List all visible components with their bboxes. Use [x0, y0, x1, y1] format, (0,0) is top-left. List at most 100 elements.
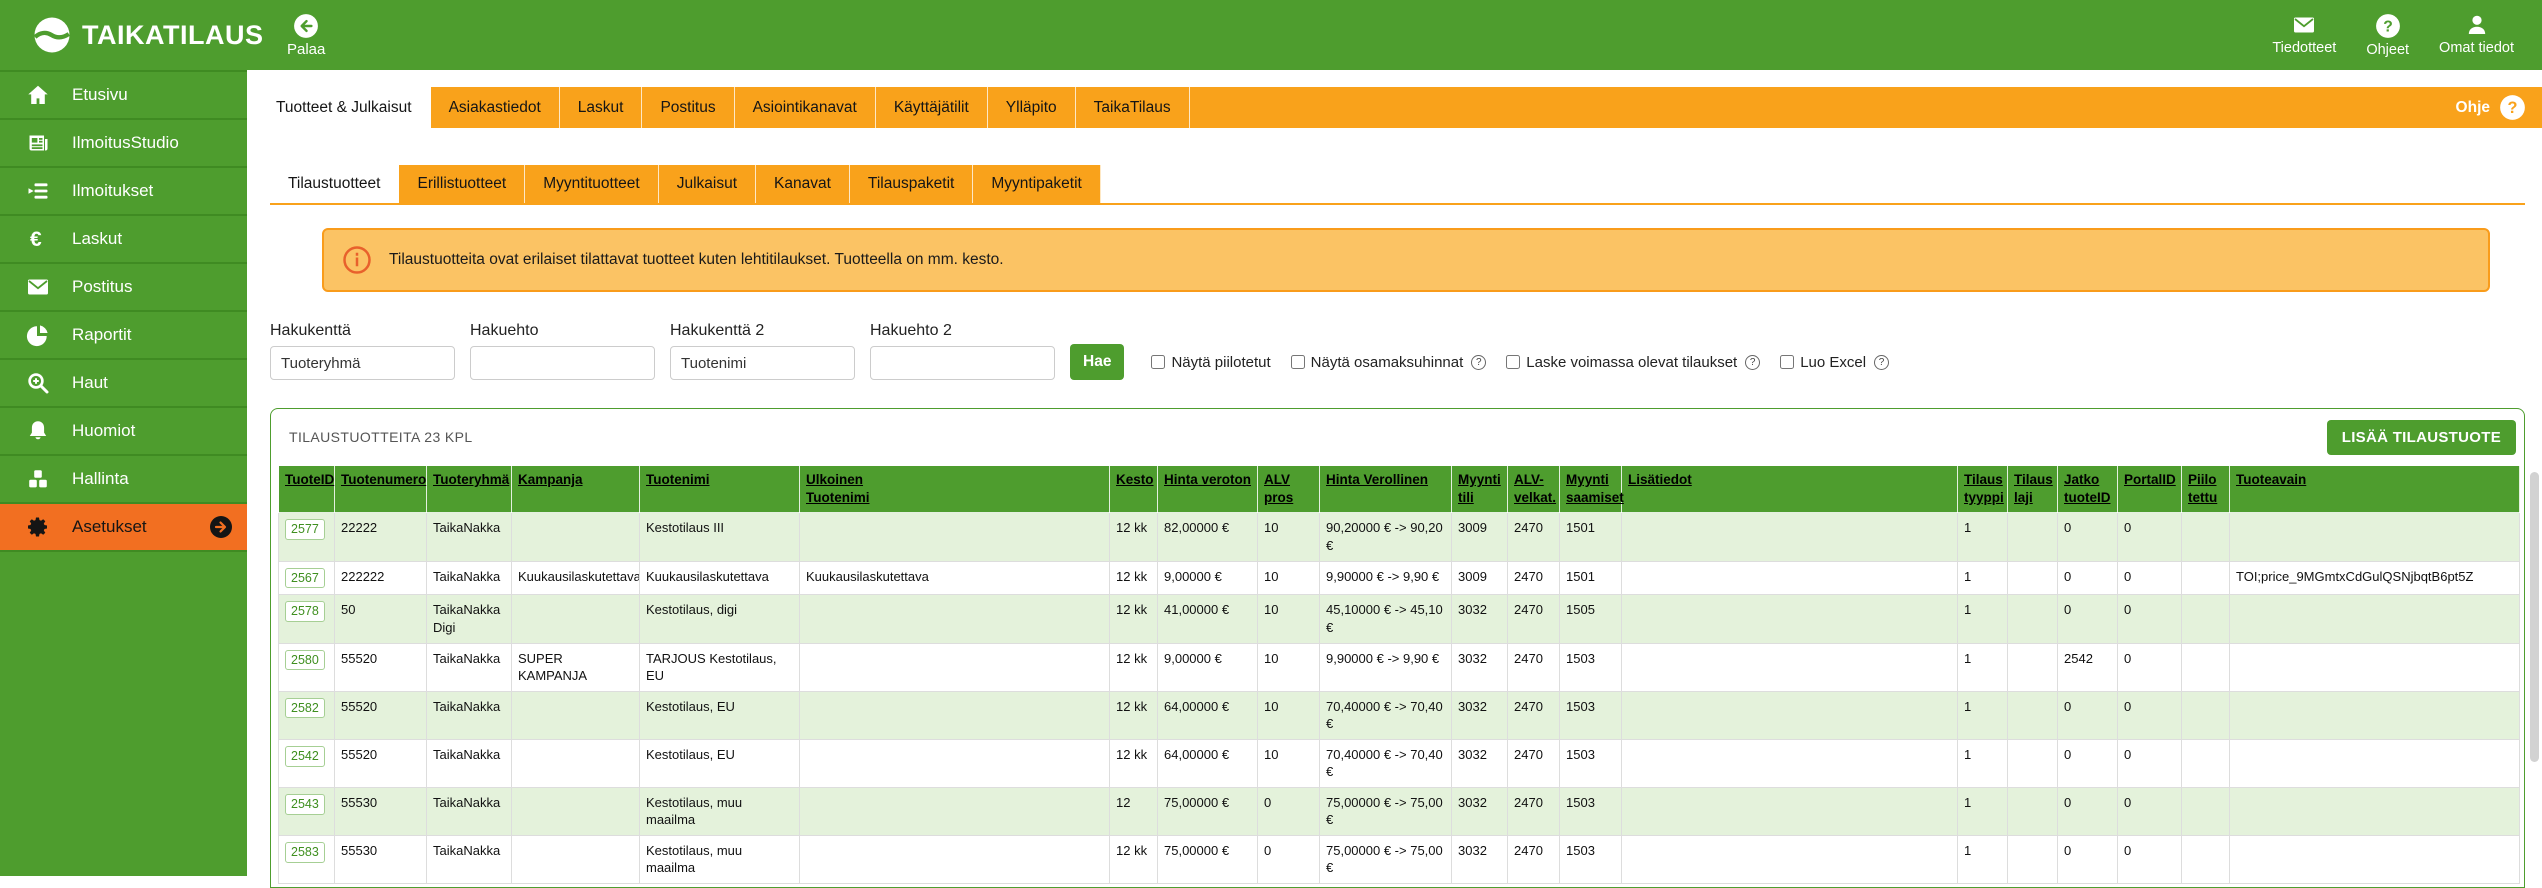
- table-cell: [2182, 739, 2230, 787]
- search-input-hakukentt[interactable]: [270, 346, 455, 380]
- sidebar-item-ilmoitukset[interactable]: Ilmoitukset: [0, 166, 247, 214]
- search-bar: HakukenttäHakuehtoHakukenttä 2Hakuehto 2…: [270, 322, 1889, 380]
- column-header-tuotenimi[interactable]: Tuotenimi: [640, 466, 800, 513]
- header-action-tiedotteet[interactable]: Tiedotteet: [2272, 13, 2336, 58]
- tab-k-ytt-j-tilit[interactable]: Käyttäjätilit: [876, 87, 988, 128]
- checkbox-laske-voimassa-olevat-tilaukset[interactable]: Laske voimassa olevat tilaukset?: [1506, 354, 1760, 371]
- header-action-ohjeet[interactable]: ?Ohjeet: [2366, 13, 2409, 58]
- table-cell: 70,40000 € -> 70,40 €: [1320, 691, 1452, 739]
- sub-tab-kanavat[interactable]: Kanavat: [756, 165, 850, 203]
- column-header-tuoteryhm[interactable]: Tuoteryhmä: [427, 466, 512, 513]
- column-header-alv-velkat[interactable]: ALV- velkat.: [1508, 466, 1560, 513]
- help-label: Ohje: [2456, 99, 2490, 117]
- sub-tab-myyntipaketit[interactable]: Myyntipaketit: [973, 165, 1100, 203]
- tab-taikatilaus[interactable]: TaikaTilaus: [1076, 87, 1190, 128]
- column-header-lis-tiedot[interactable]: Lisätiedot: [1622, 466, 1958, 513]
- scrollbar-thumb[interactable]: [2530, 472, 2539, 762]
- table-row: 257850TaikaNakka DigiKestotilaus, digi12…: [279, 595, 2520, 643]
- checkbox-n-yt-piilotetut[interactable]: Näytä piilotetut: [1151, 354, 1270, 371]
- sidebar-item-huomiot[interactable]: Huomiot: [0, 406, 247, 454]
- column-header-alv-pros[interactable]: ALV pros: [1258, 466, 1320, 513]
- sidebar-item-haut[interactable]: Haut: [0, 358, 247, 406]
- sidebar-item-postitus[interactable]: Postitus: [0, 262, 247, 310]
- checkbox-label: Laske voimassa olevat tilaukset: [1526, 354, 1737, 371]
- help-link[interactable]: Ohje ?: [2456, 87, 2542, 128]
- table-cell: [1622, 561, 1958, 595]
- header-action-label: Ohjeet: [2366, 42, 2409, 58]
- table-cell: [800, 835, 1110, 883]
- table-cell: 2470: [1508, 787, 1560, 835]
- checkbox-luo-excel[interactable]: Luo Excel?: [1780, 354, 1889, 371]
- table-cell: Kestotilaus, digi: [640, 595, 800, 643]
- sidebar-item-asetukset[interactable]: Asetukset: [0, 502, 247, 550]
- column-header-tilaus-laji[interactable]: Tilaus laji: [2008, 466, 2058, 513]
- add-product-button[interactable]: LISÄÄ TILAUSTUOTE: [2327, 420, 2516, 455]
- tuoteid-link[interactable]: 2577: [285, 519, 325, 540]
- sidebar-item-hallinta[interactable]: Hallinta: [0, 454, 247, 502]
- table-cell: 75,00000 € -> 75,00 €: [1320, 787, 1452, 835]
- sidebar-item-laskut[interactable]: €Laskut: [0, 214, 247, 262]
- tuoteid-link[interactable]: 2582: [285, 698, 325, 719]
- column-header-hinta-veroton[interactable]: Hinta veroton: [1158, 466, 1258, 513]
- search-input-hakukentt-2[interactable]: [670, 346, 855, 380]
- table-cell: [2230, 691, 2520, 739]
- column-header-hinta-verollinen[interactable]: Hinta Verollinen: [1320, 466, 1452, 513]
- tuoteid-link[interactable]: 2567: [285, 568, 325, 589]
- tuoteid-link[interactable]: 2580: [285, 650, 325, 671]
- table-cell: 2583: [279, 835, 335, 883]
- sidebar-item-ilmoitusstudio[interactable]: IlmoitusStudio: [0, 118, 247, 166]
- help-icon[interactable]: ?: [1745, 355, 1760, 370]
- tuoteid-link[interactable]: 2578: [285, 601, 325, 622]
- sub-tab-erillistuotteet[interactable]: Erillistuotteet: [399, 165, 525, 203]
- checkbox-input[interactable]: [1151, 355, 1165, 369]
- column-header-tuoteid[interactable]: TuoteID: [279, 466, 335, 513]
- column-header-myynti-saamiset[interactable]: Myynti saamiset: [1560, 466, 1622, 513]
- checkbox-input[interactable]: [1780, 355, 1794, 369]
- header-action-omat-tiedot[interactable]: Omat tiedot: [2439, 13, 2514, 58]
- help-icon[interactable]: ?: [1471, 355, 1486, 370]
- column-header-piilo-tettu[interactable]: Piilo tettu: [2182, 466, 2230, 513]
- column-header-tuoteavain[interactable]: Tuoteavain: [2230, 466, 2520, 513]
- tab-yll-pito[interactable]: Ylläpito: [988, 87, 1076, 128]
- table-cell: 12 kk: [1110, 561, 1158, 595]
- checkbox-input[interactable]: [1291, 355, 1305, 369]
- table-cell: [2182, 691, 2230, 739]
- tab-postitus[interactable]: Postitus: [642, 87, 734, 128]
- sidebar-divider: [0, 550, 247, 552]
- search-input-hakuehto[interactable]: [470, 346, 655, 380]
- column-header-kampanja[interactable]: Kampanja: [512, 466, 640, 513]
- search-options: Näytä piilotetut Näytä osamaksuhinnat? Las…: [1151, 344, 1889, 380]
- search-input-hakuehto-2[interactable]: [870, 346, 1055, 380]
- sub-tab-tilauspaketit[interactable]: Tilauspaketit: [850, 165, 973, 203]
- checkbox-n-yt-osamaksuhinnat[interactable]: Näytä osamaksuhinnat?: [1291, 354, 1487, 371]
- column-header-portalid[interactable]: PortalID: [2118, 466, 2182, 513]
- tab-laskut[interactable]: Laskut: [560, 87, 643, 128]
- tuoteid-link[interactable]: 2542: [285, 746, 325, 767]
- tab-asiointikanavat[interactable]: Asiointikanavat: [735, 87, 876, 128]
- help-icon[interactable]: ?: [1874, 355, 1889, 370]
- table-cell: 0: [2118, 561, 2182, 595]
- table-cell: Kestotilaus, EU: [640, 739, 800, 787]
- table-cell: 12 kk: [1110, 835, 1158, 883]
- sub-tab-tilaustuotteet[interactable]: Tilaustuotteet: [270, 165, 399, 203]
- column-header-kesto[interactable]: Kesto: [1110, 466, 1158, 513]
- back-button[interactable]: Palaa: [287, 13, 325, 58]
- tab-tuotteet-julkaisut[interactable]: Tuotteet & Julkaisut: [258, 87, 431, 128]
- tuoteid-link[interactable]: 2583: [285, 842, 325, 863]
- sub-tab-myyntituotteet[interactable]: Myyntituotteet: [525, 165, 659, 203]
- search-button[interactable]: Hae: [1070, 344, 1124, 380]
- sidebar-item-etusivu[interactable]: Etusivu: [0, 70, 247, 118]
- table-cell: 41,00000 €: [1158, 595, 1258, 643]
- table-cell: Kestotilaus, EU: [640, 691, 800, 739]
- checkbox-input[interactable]: [1506, 355, 1520, 369]
- column-header-jatko-tuoteid[interactable]: Jatko tuoteID: [2058, 466, 2118, 513]
- tab-asiakastiedot[interactable]: Asiakastiedot: [431, 87, 560, 128]
- column-header-myynti-tili[interactable]: Myynti tili: [1452, 466, 1508, 513]
- table-cell: 2542: [279, 739, 335, 787]
- column-header-tilaus-tyyppi[interactable]: Tilaus tyyppi: [1958, 466, 2008, 513]
- sub-tab-julkaisut[interactable]: Julkaisut: [659, 165, 756, 203]
- column-header-tuotenumero[interactable]: Tuotenumero: [335, 466, 427, 513]
- column-header-ulkoinen-tuotenimi[interactable]: Ulkoinen Tuotenimi: [800, 466, 1110, 513]
- sidebar-item-raportit[interactable]: Raportit: [0, 310, 247, 358]
- tuoteid-link[interactable]: 2543: [285, 794, 325, 815]
